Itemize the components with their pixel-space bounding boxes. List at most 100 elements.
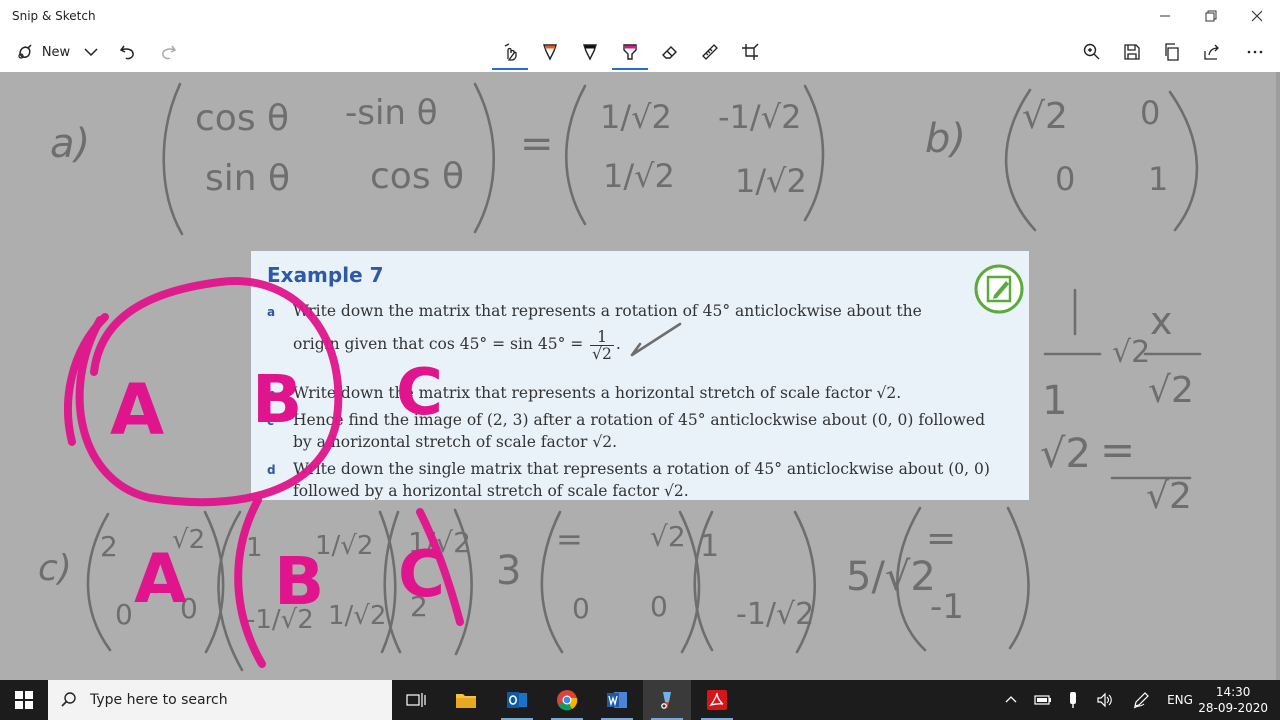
chevron-down-icon <box>84 48 98 57</box>
matrix-bracket-ink <box>162 82 184 236</box>
new-dropdown-button[interactable] <box>80 34 102 70</box>
ink-text: -sin θ <box>345 93 438 133</box>
chevron-up-icon <box>1005 696 1017 703</box>
matrix-bracket-ink <box>693 510 714 652</box>
label-a-ink: A <box>134 540 187 619</box>
zoom-button[interactable] <box>1076 34 1108 70</box>
acrobat-button[interactable] <box>693 680 741 720</box>
matrix-bracket-ink <box>1006 506 1030 650</box>
matrix-bracket-ink <box>540 510 564 654</box>
part-a-line-1: Write down the matrix that represents a … <box>293 302 922 320</box>
clock[interactable]: 14:30 28-09-2020 <box>1198 684 1268 716</box>
ink-text: 1/√2 <box>600 98 672 136</box>
restore-button[interactable] <box>1188 0 1234 32</box>
search-icon <box>61 692 76 707</box>
battery-button[interactable] <box>1030 680 1056 720</box>
highlight-arc <box>234 496 266 668</box>
example-title: Example 7 <box>267 263 384 287</box>
matrix-bracket-ink <box>378 510 397 654</box>
redo-icon <box>162 45 177 60</box>
fraction-ink <box>1043 288 1102 356</box>
redo-button[interactable] <box>154 34 182 70</box>
share-button[interactable] <box>1196 34 1228 70</box>
copy-icon <box>1165 43 1179 61</box>
matrix-bracket-ink <box>1004 88 1037 232</box>
more-button[interactable] <box>1238 34 1272 70</box>
volume-button[interactable] <box>1092 680 1118 720</box>
copy-button[interactable] <box>1156 34 1188 70</box>
ink-text: cos θ <box>370 156 464 197</box>
eraser-icon <box>662 46 677 59</box>
matrix-bracket-ink <box>217 510 244 672</box>
crop-icon <box>742 43 759 60</box>
file-explorer-button[interactable] <box>442 680 490 720</box>
ink-text: 1/√2 <box>603 157 675 195</box>
ruler-button[interactable] <box>690 34 730 70</box>
word-button[interactable] <box>593 680 641 720</box>
ink-text: 1/√2 <box>735 162 807 200</box>
pencil-icon <box>583 44 597 61</box>
share-icon <box>1204 44 1219 60</box>
matrix-bracket-ink <box>678 510 701 654</box>
more-icon <box>1247 50 1263 54</box>
pencil-button[interactable] <box>570 34 610 70</box>
snip-sketch-button[interactable] <box>643 680 691 720</box>
volume-icon <box>1097 692 1112 708</box>
ink-text: -1/√2 <box>718 98 801 136</box>
start-button[interactable] <box>0 680 48 720</box>
ink-text: = <box>1100 425 1135 474</box>
drawing-canvas[interactable]: Example 7 a Write down the matrix that r… <box>0 72 1280 680</box>
highlighter-underline <box>612 68 648 70</box>
snip-sketch-icon <box>661 692 671 709</box>
task-view-button[interactable] <box>392 680 440 720</box>
clock-date: 28-09-2020 <box>1198 701 1268 715</box>
usb-icon <box>1070 692 1076 708</box>
minimize-button[interactable] <box>1142 0 1188 32</box>
part-c-line-1: Hence find the image of (2, 3) after a r… <box>293 411 986 429</box>
ink-text: √2 <box>172 525 205 555</box>
highlighter-button[interactable] <box>610 34 650 70</box>
part-d-line-1: Write down the single matrix that repres… <box>293 460 990 478</box>
matrix-bracket-ink <box>803 84 825 222</box>
outlook-button[interactable] <box>493 680 541 720</box>
pen-workspace-button[interactable] <box>1128 680 1154 720</box>
ink-text: √2 <box>1148 370 1194 411</box>
ink-text: 0 <box>572 592 590 625</box>
part-a-line-2: origin given that cos 45° = sin 45° = 1 √… <box>293 327 621 362</box>
label-b-ink: B <box>274 543 324 620</box>
show-hidden-icons-button[interactable] <box>1000 680 1022 720</box>
fraction: 1 √2 <box>590 329 614 362</box>
matrix-bracket-ink <box>203 510 225 654</box>
matrix-bracket-ink <box>793 510 816 654</box>
new-snip-icon <box>18 44 32 59</box>
ballpoint-pen-icon <box>543 44 557 61</box>
touch-writing-button[interactable] <box>490 34 530 70</box>
touch-writing-underline <box>492 68 528 70</box>
taskbar-search[interactable]: Type here to search <box>48 680 392 720</box>
new-snip-button[interactable]: New <box>10 34 76 70</box>
ink-text: = <box>556 520 583 558</box>
ink-text: 1 <box>246 533 263 563</box>
ink-text: 1/√2 <box>328 601 386 631</box>
ink-text: 1 <box>1148 160 1168 198</box>
highlight-arc <box>64 313 109 446</box>
vertical-scrollbar[interactable] <box>1276 72 1280 680</box>
fraction-numerator: 1 <box>590 329 614 346</box>
eraser-button[interactable] <box>650 34 690 70</box>
highlight-arc <box>416 508 464 626</box>
close-button[interactable] <box>1234 0 1280 32</box>
toolbar: New <box>0 32 1280 72</box>
save-button[interactable] <box>1116 34 1148 70</box>
file-explorer-icon <box>456 694 476 708</box>
ink-text: 0 <box>650 590 668 623</box>
part-d-line-2: followed by a horizontal stretch of scal… <box>293 482 689 500</box>
ballpoint-pen-button[interactable] <box>530 34 570 70</box>
battery-icon <box>1034 695 1051 705</box>
crop-button[interactable] <box>730 34 770 70</box>
chrome-button[interactable] <box>543 680 591 720</box>
language-indicator[interactable]: ENG <box>1160 680 1200 720</box>
undo-button[interactable] <box>114 34 142 70</box>
matrix-bracket-ink <box>896 506 927 652</box>
chrome-icon <box>557 690 578 711</box>
usb-button[interactable] <box>1062 680 1084 720</box>
